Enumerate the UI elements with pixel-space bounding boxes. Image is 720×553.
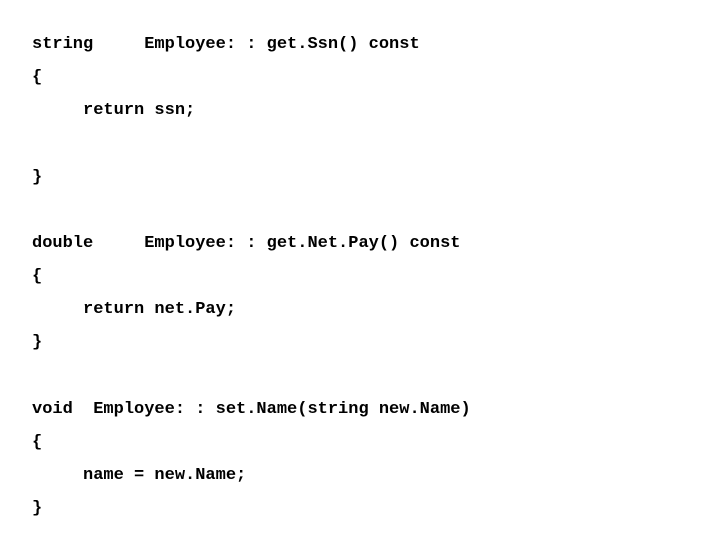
code-snippet: string Employee: : get.Ssn() const { ret…	[0, 0, 720, 553]
